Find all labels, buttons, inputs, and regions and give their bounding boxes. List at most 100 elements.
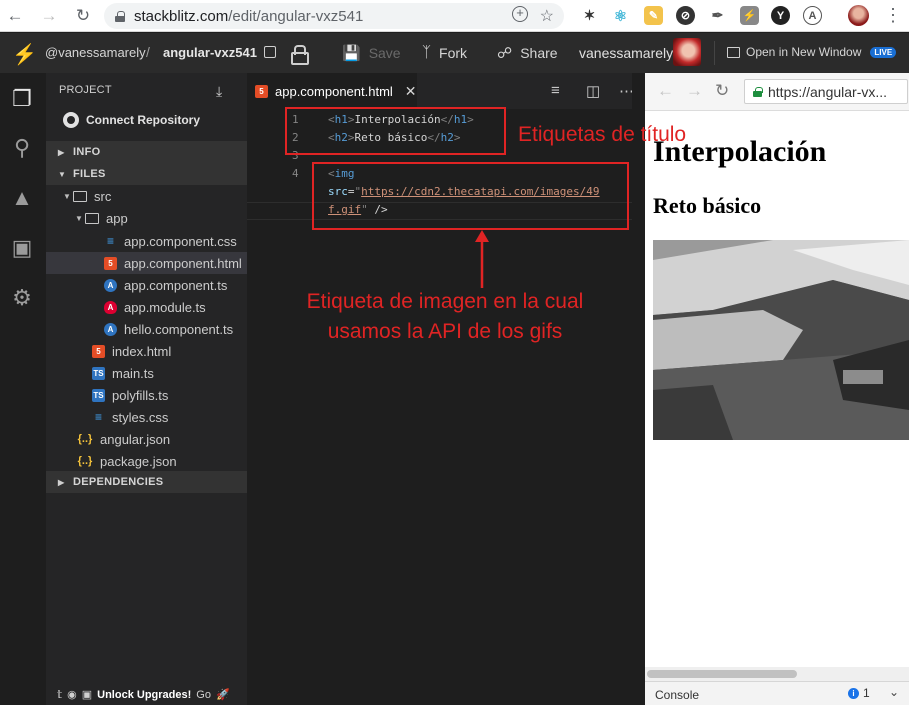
forward-arrow-icon[interactable]: → — [686, 81, 703, 101]
edit-project-icon[interactable] — [264, 46, 276, 58]
fork-button[interactable]: ᛉ Fork — [422, 44, 467, 61]
account-username[interactable]: vanessamarely — [579, 45, 673, 61]
forward-arrow-icon[interactable]: → — [38, 5, 60, 27]
search-icon[interactable]: ⚲ — [10, 135, 34, 160]
github-icon — [63, 112, 79, 128]
rocket-icon: 🚀 — [215, 689, 230, 701]
tree-file-selected[interactable]: 5 app.component.html — [46, 252, 247, 274]
css-file-icon: ≡ — [106, 234, 114, 248]
tab-app-component-html[interactable]: 5 app.component.html ✕ — [247, 73, 417, 109]
angular-module-file-icon: A — [104, 300, 117, 314]
pane-divider[interactable] — [632, 73, 645, 705]
profile-avatar[interactable] — [848, 5, 869, 26]
folder-icon — [85, 212, 99, 224]
window-icon — [727, 46, 740, 58]
extension-icon[interactable]: ✒ — [708, 6, 727, 25]
tree-folder-app[interactable]: ▼ app — [46, 207, 247, 229]
tree-file[interactable]: {..} angular.json — [46, 428, 247, 450]
editor-tab-bar: 5 app.component.html ✕ ≡ ◫ ⋯ — [247, 73, 634, 109]
files-icon[interactable]: ❐ — [10, 86, 34, 111]
console-bar[interactable]: Console i1 ⌄ — [645, 681, 909, 705]
screenshot-root: ← → ↻ stackblitz.com/edit/angular-vxz541… — [0, 0, 909, 705]
tree-file[interactable]: Aapp.component.ts — [46, 274, 247, 296]
back-arrow-icon[interactable]: ← — [657, 81, 674, 101]
github-icon[interactable]: ◉ — [67, 688, 77, 701]
unlock-upgrades-link[interactable]: Unlock Upgrades! — [97, 689, 191, 701]
reload-icon[interactable]: ↻ — [715, 81, 729, 101]
preview-horizontal-scrollbar[interactable] — [645, 667, 909, 681]
download-icon[interactable]: ⤓ — [216, 83, 222, 100]
extension-icon[interactable]: ⊘ — [676, 6, 695, 25]
sidebar-footer: 𝕥 ◉ ▣ Unlock Upgrades! Go 🚀 — [57, 688, 230, 702]
json-file-icon: {..} — [77, 455, 93, 467]
tree-folder-src[interactable]: ▼ src — [46, 185, 247, 207]
back-arrow-icon[interactable]: ← — [4, 5, 26, 27]
chevron-right-icon: ▶ — [58, 477, 65, 487]
ts-file-icon: TS — [92, 388, 105, 402]
tree-file[interactable]: {..} package.json — [46, 450, 247, 472]
discord-icon[interactable]: ▣ — [82, 688, 92, 701]
settings-gear-icon[interactable]: ⚙ — [10, 285, 34, 310]
reload-icon[interactable]: ↻ — [72, 5, 94, 27]
save-icon: 💾 — [342, 45, 361, 62]
format-lines-icon[interactable]: ≡ — [551, 82, 560, 99]
info-section-header[interactable]: ▶ INFO — [46, 141, 247, 163]
dependencies-section-header[interactable]: ▶ DEPENDENCIES — [46, 471, 247, 493]
firebase-icon[interactable]: ▲ — [10, 185, 34, 210]
tree-file[interactable]: ≡ app.component.css — [46, 230, 247, 252]
go-link[interactable]: Go — [196, 689, 211, 701]
html-file-icon: 5 — [92, 344, 105, 358]
folder-icon — [73, 190, 87, 202]
share-button[interactable]: ☍ Share — [497, 44, 558, 62]
ts-file-icon: TS — [92, 366, 105, 380]
file-explorer: PROJECT ⤓ Connect Repository ▶ INFO ▼ FILE… — [46, 73, 247, 705]
live-badge: LIVE — [870, 46, 897, 58]
chevron-down-icon: ▼ — [58, 169, 67, 179]
extension-icon[interactable]: Y — [771, 6, 790, 25]
react-icon[interactable]: ⚛ — [611, 6, 630, 25]
html-file-icon: 5 — [104, 256, 117, 270]
tree-file[interactable]: TS polyfills.ts — [46, 384, 247, 406]
console-message-count: i1 — [848, 686, 870, 700]
files-section-header[interactable]: ▼ FILES — [46, 163, 247, 185]
tab-label: app.component.html — [275, 83, 393, 99]
twitter-icon[interactable]: 𝕥 — [57, 688, 62, 701]
owner-username[interactable]: @vanessamarely — [45, 45, 146, 60]
extensions-icon[interactable]: ▣ — [10, 235, 34, 260]
extension-icon[interactable]: ✶ — [580, 6, 599, 25]
tree-file[interactable]: ≡ styles.css — [46, 406, 247, 428]
preview-url-field[interactable]: https://angular-vx... — [744, 79, 908, 104]
open-new-window-button[interactable]: Open in New Window LIVE — [727, 45, 897, 59]
save-button[interactable]: 💾 Save — [342, 44, 401, 62]
browser-toolbar: ← → ↻ stackblitz.com/edit/angular-vxz541… — [0, 0, 909, 32]
close-tab-icon[interactable]: ✕ — [405, 83, 417, 100]
cat-gif-image — [653, 240, 909, 440]
tree-file[interactable]: TS main.ts — [46, 362, 247, 384]
more-menu-icon[interactable]: ⋮ — [884, 5, 902, 25]
annotation-title-tags-text: Etiquetas de título — [518, 123, 687, 146]
avatar[interactable] — [673, 38, 701, 66]
scrollbar-thumb[interactable] — [647, 670, 797, 678]
chevron-right-icon: ▶ — [58, 147, 65, 157]
split-editor-icon[interactable]: ◫ — [586, 82, 600, 100]
stackblitz-header: ⚡ @vanessamarely / angular-vxz541 💾 Save … — [0, 33, 909, 73]
stackblitz-logo-icon[interactable]: ⚡ — [12, 42, 37, 67]
star-icon[interactable]: ☆ — [540, 6, 554, 26]
tree-file[interactable]: Ahello.component.ts — [46, 318, 247, 340]
tree-file[interactable]: Aapp.module.ts — [46, 296, 247, 318]
info-icon: i — [848, 687, 859, 699]
line-number: 4 — [292, 167, 299, 180]
private-lock-icon[interactable] — [291, 45, 309, 65]
fork-icon: ᛉ — [422, 44, 432, 61]
connect-repository-button[interactable]: Connect Repository — [63, 112, 200, 128]
preview-pane: ← → ↻ https://angular-vx... Interpolació… — [645, 73, 909, 705]
extension-icon[interactable]: ✎ — [644, 6, 663, 25]
chevron-down-icon: ▼ — [63, 191, 71, 201]
project-name[interactable]: angular-vxz541 — [163, 45, 257, 60]
tree-file[interactable]: 5 index.html — [46, 340, 247, 362]
chevron-down-icon[interactable]: ⌄ — [889, 685, 899, 699]
extension-icon[interactable]: A — [803, 6, 822, 25]
add-bookmark-icon[interactable]: + — [512, 6, 528, 22]
address-bar[interactable]: stackblitz.com/edit/angular-vxz541 + ☆ — [104, 3, 564, 29]
extension-icon[interactable]: ⚡ — [740, 6, 759, 25]
